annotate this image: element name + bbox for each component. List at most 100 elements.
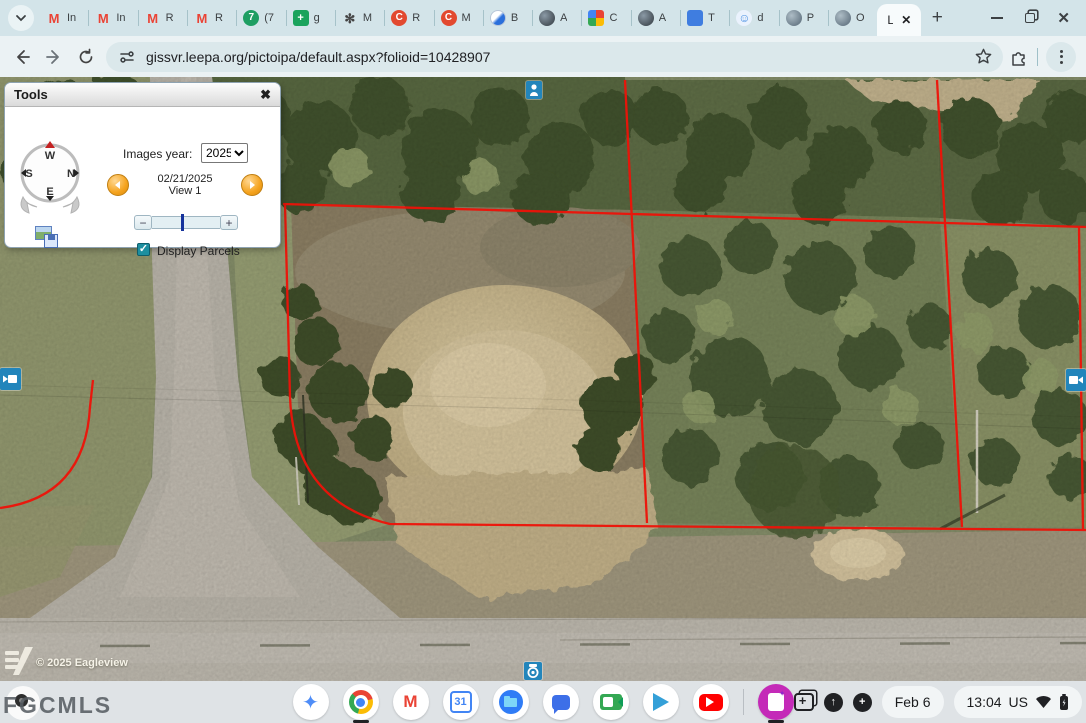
zoom-in-button[interactable]: +: [220, 215, 238, 230]
kebab-icon: [1060, 50, 1063, 64]
east-view-marker[interactable]: [1066, 369, 1086, 391]
notification-arrow-button[interactable]: ↑: [824, 693, 843, 712]
back-button[interactable]: [6, 41, 38, 73]
tab-sheets[interactable]: +g: [287, 0, 335, 36]
minimize-icon[interactable]: [991, 17, 1003, 19]
reload-icon: [77, 48, 95, 66]
play-store-app[interactable]: [643, 684, 679, 720]
west-view-marker[interactable]: [0, 368, 21, 390]
tab-red-2[interactable]: CM: [435, 0, 483, 36]
dark-globe-icon: [539, 10, 555, 26]
tab-globe-4[interactable]: O: [829, 0, 877, 36]
toolbar-right: [1009, 42, 1086, 72]
previous-view-button[interactable]: [107, 174, 129, 196]
tab-leepa-active[interactable]: L ✕: [877, 4, 921, 36]
toolbar-separator: [1037, 48, 1038, 66]
image-date: 02/21/2025: [135, 173, 235, 185]
tools-panel-header[interactable]: Tools ✖: [5, 83, 280, 107]
reload-button[interactable]: [70, 41, 102, 73]
tab-smiley[interactable]: ☺d: [730, 0, 778, 36]
tab-globe-3[interactable]: P: [780, 0, 828, 36]
bookmark-star-icon[interactable]: [974, 47, 993, 66]
address-bar[interactable]: gissvr.leepa.org/pictoipa/default.aspx?f…: [106, 42, 1003, 72]
gmail-app[interactable]: M: [393, 684, 429, 720]
play-store-icon: [653, 693, 669, 711]
new-tab-button[interactable]: +: [923, 4, 951, 32]
tab-title: R: [412, 12, 420, 24]
aerial-map-viewport[interactable]: © 2025 Eagleview Tools ✖ W N S E: [0, 77, 1086, 681]
tab-notification-count[interactable]: 7 (7: [237, 0, 285, 36]
restore-icon[interactable]: [1025, 13, 1035, 23]
extensions-puzzle-icon[interactable]: [1009, 47, 1029, 67]
gmail-icon: M: [95, 10, 111, 26]
meet-icon: [600, 694, 622, 710]
south-view-marker[interactable]: [524, 662, 542, 680]
tab-title: P: [807, 12, 814, 24]
gmail-icon: M: [145, 10, 161, 26]
url-text[interactable]: gissvr.leepa.org/pictoipa/default.aspx?f…: [146, 49, 974, 65]
tab-red-1[interactable]: CR: [385, 0, 433, 36]
zoom-out-button[interactable]: −: [134, 215, 152, 230]
calendar-app[interactable]: 31: [443, 684, 479, 720]
tab-gmail-3[interactable]: MR: [139, 0, 187, 36]
north-view-marker[interactable]: [526, 81, 542, 99]
tab-gmail-4[interactable]: MR: [188, 0, 236, 36]
calendar-date-pill[interactable]: Feb 6: [882, 686, 944, 718]
wifi-icon: [1035, 695, 1052, 709]
window-capture-icon[interactable]: [794, 693, 814, 711]
rotate-ccw-icon[interactable]: [21, 197, 37, 213]
save-image-button[interactable]: [35, 226, 61, 253]
files-app[interactable]: [493, 684, 529, 720]
meet-app[interactable]: [593, 684, 629, 720]
pink-app[interactable]: [758, 684, 794, 720]
red-circle-icon: C: [441, 10, 457, 26]
flower-icon: ✻: [342, 10, 358, 26]
forward-button[interactable]: [38, 41, 70, 73]
site-info-icon[interactable]: [118, 48, 136, 66]
tab-gmail-2[interactable]: MIn: [89, 0, 137, 36]
tab-title: L: [887, 13, 893, 27]
tab-gmail-1[interactable]: MIn: [40, 0, 88, 36]
images-year-select[interactable]: 2025: [201, 143, 248, 163]
tools-panel: Tools ✖ W N S E: [4, 82, 281, 248]
sheets-icon: +: [293, 10, 309, 26]
person-icon: [526, 81, 542, 99]
tab-search-button[interactable]: [8, 5, 34, 31]
forward-arrow-icon: [45, 48, 63, 66]
status-tray: ↑ + Feb 6 13:04 US: [794, 681, 1086, 723]
tab-title: (7: [264, 12, 274, 24]
messages-app[interactable]: [543, 684, 579, 720]
tab-globe-2[interactable]: A: [632, 0, 680, 36]
mls-watermark: FGCMLS: [3, 692, 112, 719]
tab-swirl[interactable]: B: [484, 0, 532, 36]
image-view-number: View 1: [135, 185, 235, 197]
launcher-button[interactable]: ✦: [293, 684, 329, 720]
browser-menu-button[interactable]: [1046, 42, 1076, 72]
tab-colorful[interactable]: C: [582, 0, 630, 36]
compass-rose[interactable]: W N S E: [13, 135, 87, 224]
tab-flower[interactable]: ✻M: [336, 0, 384, 36]
blue-smiley-icon: ☺: [736, 10, 752, 26]
video-camera-left-icon: [0, 368, 21, 390]
tab-bluedoc[interactable]: T: [681, 0, 729, 36]
display-parcels-checkbox[interactable]: ✓: [137, 243, 150, 256]
rotate-cw-icon[interactable]: [63, 197, 79, 213]
tab-globe-1[interactable]: A: [533, 0, 581, 36]
browser-tab-strip: MIn MIn MR MR 7(7 +g ✻M CR CM B A C A T …: [0, 0, 1086, 36]
youtube-app[interactable]: [693, 684, 729, 720]
zoom-slider-thumb[interactable]: [181, 214, 184, 231]
system-status-pill[interactable]: 13:04 US: [954, 686, 1083, 718]
close-icon[interactable]: ✕: [1057, 11, 1070, 26]
tab-close-icon[interactable]: ✕: [901, 14, 911, 26]
map-copyright: © 2025 Eagleview: [36, 657, 128, 669]
next-view-button[interactable]: [241, 174, 263, 196]
eagleview-logo: [5, 647, 35, 680]
red-circle-icon: C: [391, 10, 407, 26]
green-badge-icon: 7: [243, 10, 259, 26]
compass-n: N: [67, 168, 75, 180]
zoom-slider-track[interactable]: [152, 216, 220, 229]
notification-plus-button[interactable]: +: [853, 693, 872, 712]
tools-panel-close-icon[interactable]: ✖: [260, 88, 271, 101]
gmail-icon: M: [194, 10, 210, 26]
chrome-app[interactable]: [343, 684, 379, 720]
